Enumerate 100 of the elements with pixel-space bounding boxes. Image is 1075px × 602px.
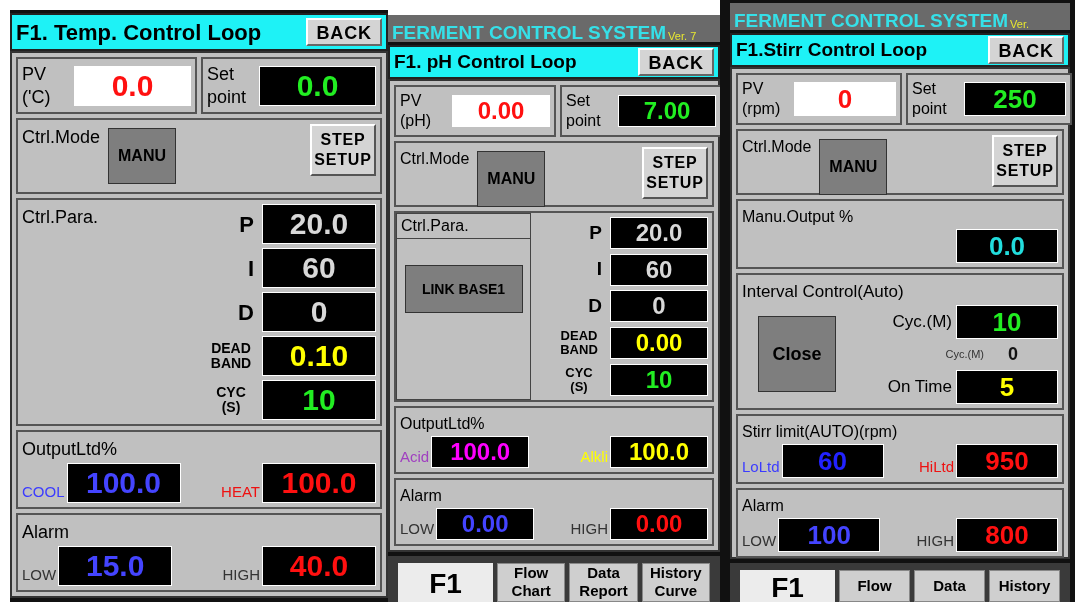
parameter-label: I	[596, 257, 602, 282]
field-label: HEAT	[221, 484, 260, 499]
value-text: 10	[645, 367, 673, 392]
value-text: 7.00	[643, 99, 691, 123]
tab[interactable]: Flow Chart	[497, 562, 566, 602]
tab[interactable]: F1	[740, 570, 835, 602]
section-title: OutputLtd%	[400, 413, 486, 434]
tab[interactable]: History Curve	[641, 562, 710, 602]
field-label: Set point	[207, 63, 248, 108]
parameter-label: D	[238, 298, 254, 327]
loop-title: F1.Stirr Control Loop	[736, 37, 928, 62]
parameter-label: CYC (S)	[215, 385, 247, 415]
value-text: 100	[807, 521, 851, 548]
system-title: FERMENT CONTROL SYSTEM	[392, 23, 667, 42]
value-text: 0.0	[111, 70, 154, 101]
manual-mode-button[interactable]: MANU	[477, 151, 546, 207]
parameter-label: I	[247, 254, 254, 283]
value-text: 0	[652, 294, 666, 319]
field-label: COOL	[22, 484, 65, 499]
field-label: Cyc.(M)	[945, 346, 984, 362]
field-label: LOW	[22, 567, 57, 582]
field-label: PV (pH)	[400, 91, 433, 131]
field-label: LOW	[742, 532, 777, 548]
tab[interactable]: F1	[398, 562, 493, 602]
manual-mode-button[interactable]: MANU	[819, 139, 888, 195]
value-text: 15.0	[85, 551, 145, 581]
field-label: Alkli	[580, 448, 608, 464]
value-text: 0.00	[635, 511, 683, 536]
value-text: 100.0	[450, 439, 511, 464]
value-text: 100.0	[85, 468, 162, 498]
section-title: Stirr limit(AUTO)(rpm)	[742, 421, 899, 442]
value-text: 0	[310, 297, 328, 327]
system-title: FERMENT CONTROL SYSTEM	[734, 11, 1009, 30]
value-text: 0	[1008, 342, 1019, 366]
value-text: 20.0	[289, 209, 349, 239]
value-text: 0.00	[461, 511, 509, 536]
version-label: Ver.	[1010, 19, 1030, 30]
value-text: 40.0	[289, 551, 349, 581]
manual-mode-button[interactable]: MANU	[108, 128, 177, 184]
value-text: 0.00	[477, 99, 525, 123]
field-label: HIGH	[916, 532, 954, 548]
section-title: Ctrl.Para.	[22, 206, 100, 229]
value-text: 20.0	[635, 221, 683, 245]
field-label: Acid	[400, 448, 430, 464]
field-label: LoLtd	[742, 458, 780, 474]
value-text: 0.0	[296, 70, 339, 101]
section-title: OutputLtd%	[22, 438, 119, 461]
value-text: 0.10	[289, 341, 349, 371]
version-label: Ver. 7	[668, 31, 697, 42]
value-text: 100.0	[628, 439, 690, 464]
value-text: 800	[985, 521, 1029, 548]
step-setup-button[interactable]: STEP SETUP	[642, 147, 708, 199]
value-text: 0	[837, 86, 853, 112]
parameter-label: DEAD BAND	[559, 329, 599, 357]
section-title: Alarm	[400, 485, 443, 506]
back-button[interactable]: BACK	[638, 48, 714, 76]
value-text: 100.0	[281, 468, 357, 498]
section-title: Interval Control(Auto)	[742, 281, 905, 303]
tab[interactable]: Data	[914, 570, 985, 602]
field-label: PV (rpm)	[742, 79, 782, 119]
loop-title: F1. Temp. Control Loop	[16, 18, 262, 47]
section-title: Alarm	[742, 495, 785, 516]
tab[interactable]: History	[989, 570, 1060, 602]
step-setup-button[interactable]: STEP SETUP	[992, 135, 1058, 187]
parameter-label: DEAD BAND	[209, 341, 253, 371]
loop-title: F1. pH Control Loop	[394, 49, 577, 74]
back-button[interactable]: BACK	[988, 36, 1064, 64]
value-text: 0.0	[988, 233, 1026, 259]
parameter-label: P	[589, 220, 602, 245]
field-label: Ctrl.Mode	[22, 126, 101, 149]
field-label: HIGH	[222, 567, 260, 582]
field-label: LOW	[400, 520, 435, 536]
field-label: PV ('C)	[22, 63, 52, 108]
field-label: HiLtd	[918, 458, 954, 474]
field-label: HIGH	[570, 520, 608, 536]
tab[interactable]: Data Report	[569, 562, 638, 602]
close-button[interactable]: Close	[758, 316, 836, 392]
section-title: Ctrl.Para.	[397, 214, 530, 239]
section-title: Manu.Output %	[742, 207, 855, 227]
value-text: 60	[645, 257, 673, 282]
section-title: Alarm	[22, 521, 70, 544]
parameter-label: D	[588, 294, 602, 318]
link-base-button[interactable]: LINK BASE1	[404, 265, 523, 313]
parameter-label: CYC (S)	[564, 365, 594, 394]
value-text: 60	[818, 447, 847, 474]
value-text: 10	[302, 385, 336, 415]
field-label: Cyc.(M)	[892, 310, 952, 333]
field-label: Set point	[912, 79, 948, 119]
parameter-label: P	[239, 210, 254, 239]
tab[interactable]: Flow	[839, 570, 910, 602]
step-setup-button[interactable]: STEP SETUP	[310, 124, 376, 176]
field-label: On Time	[887, 375, 952, 398]
value-text: 0.00	[635, 330, 683, 355]
value-text: 250	[993, 86, 1037, 112]
value-text: 60	[302, 253, 336, 283]
field-label: Set point	[566, 91, 602, 131]
value-text: 10	[992, 308, 1022, 335]
back-button[interactable]: BACK	[306, 18, 382, 46]
field-label: Ctrl.Mode	[742, 137, 812, 157]
value-text: 5	[999, 373, 1015, 400]
